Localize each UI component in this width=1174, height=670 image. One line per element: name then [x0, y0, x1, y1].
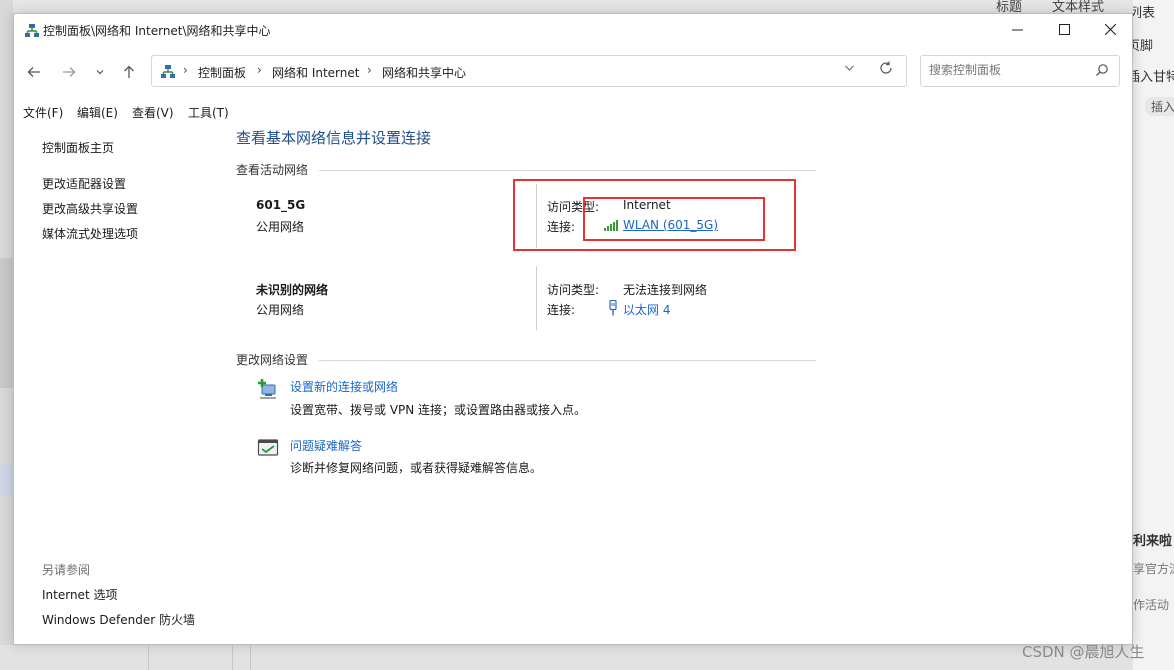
background-panel — [0, 258, 13, 388]
forward-button[interactable] — [57, 60, 81, 84]
window-title: 控制面板\网络和 Internet\网络和共享中心 — [43, 24, 271, 38]
network-name: 未识别的网络 — [256, 283, 329, 297]
refresh-button[interactable] — [879, 61, 893, 79]
background-tab: 标题 — [988, 0, 1031, 14]
background-left-strip — [0, 0, 13, 670]
troubleshoot-link[interactable]: 问题疑难解答 — [290, 437, 362, 454]
network-category: 公用网络 — [256, 303, 305, 317]
close-icon — [1104, 23, 1116, 35]
background-text: 享官方流 — [1133, 562, 1174, 576]
sidebar-item-adapter-settings[interactable]: 更改适配器设置 — [42, 175, 126, 192]
breadcrumb-separator: › — [367, 63, 372, 77]
change-settings-title: 更改网络设置 — [236, 353, 309, 367]
section-divider — [319, 170, 816, 171]
section-divider — [319, 360, 816, 361]
troubleshoot-icon — [257, 439, 279, 456]
new-connection-icon — [258, 379, 276, 399]
background-divider — [148, 645, 149, 670]
minimize-icon — [1011, 29, 1023, 30]
active-networks-title: 查看活动网络 — [236, 163, 309, 177]
menu-file[interactable]: 文件(F) — [23, 104, 63, 121]
breadcrumb-sharing-center[interactable]: 网络和共享中心 — [382, 64, 466, 81]
setup-connection-link[interactable]: 设置新的连接或网络 — [290, 378, 398, 395]
chevron-down-icon — [96, 70, 104, 75]
maximize-button[interactable] — [1041, 14, 1087, 44]
background-text: 列表 — [1133, 6, 1156, 21]
menu-bar: 文件(F) 编辑(E) 查看(V) 工具(T) — [14, 102, 1132, 124]
background-text: 作活动 — [1133, 598, 1170, 612]
background-text: 页脚 — [1133, 39, 1154, 54]
address-bar[interactable]: › 控制面板 › 网络和 Internet › 网络和共享中心 — [151, 55, 907, 87]
menu-view[interactable]: 查看(V) — [132, 104, 174, 121]
sidebar-item-advanced-sharing[interactable]: 更改高级共享设置 — [42, 200, 138, 217]
breadcrumb-separator: › — [257, 63, 262, 77]
address-dropdown-button[interactable] — [844, 62, 855, 76]
network-category: 公用网络 — [256, 220, 305, 234]
refresh-icon — [880, 61, 892, 74]
network-app-icon — [25, 24, 39, 37]
chevron-down-icon — [845, 65, 854, 71]
background-text: 利来啦 — [1133, 534, 1173, 549]
background-tab: 文本样式 — [1044, 0, 1113, 14]
minimize-button[interactable] — [994, 14, 1040, 44]
background-right-panel: 列表 页脚 插入甘特 插入 利来啦 享官方流 作活动 — [1133, 0, 1174, 670]
search-box[interactable] — [920, 55, 1120, 87]
sidebar-item-media-streaming[interactable]: 媒体流式处理选项 — [42, 225, 138, 242]
setup-connection-description: 设置宽带、拨号或 VPN 连接；或设置路由器或接入点。 — [290, 403, 587, 417]
page-title: 查看基本网络信息并设置连接 — [236, 129, 432, 147]
navigation-bar: › 控制面板 › 网络和 Internet › 网络和共享中心 — [14, 52, 1132, 92]
ethernet-plug-icon — [609, 300, 617, 316]
up-button[interactable] — [117, 60, 141, 84]
search-icon[interactable] — [1095, 63, 1109, 77]
close-button[interactable] — [1087, 14, 1132, 44]
see-also-internet-options[interactable]: Internet 选项 — [42, 586, 117, 603]
maximize-icon — [1058, 23, 1070, 35]
background-divider — [250, 645, 251, 670]
background-chip: 插入 — [1145, 97, 1174, 116]
menu-tools[interactable]: 工具(T) — [188, 104, 229, 121]
background-top-tabs: 标题 文本样式 — [980, 0, 1140, 14]
network-sharing-center-window: 控制面板\网络和 Internet\网络和共享中心 › 控制面板 › 网络和 I… — [13, 13, 1133, 645]
breadcrumb-control-panel[interactable]: 控制面板 — [198, 64, 246, 81]
recent-locations-button[interactable] — [88, 60, 112, 84]
back-button[interactable] — [22, 60, 46, 84]
network-column-divider — [536, 266, 537, 330]
background-divider — [232, 645, 233, 670]
title-bar[interactable]: 控制面板\网络和 Internet\网络和共享中心 — [14, 14, 1132, 46]
see-also-defender-firewall[interactable]: Windows Defender 防火墙 — [42, 611, 195, 628]
breadcrumb-separator: › — [183, 63, 188, 77]
menu-edit[interactable]: 编辑(E) — [77, 104, 118, 121]
background-text: 插入甘特 — [1133, 70, 1174, 85]
connection-label: 连接: — [547, 303, 576, 317]
sidebar-control-panel-home[interactable]: 控制面板主页 — [42, 139, 114, 156]
see-also-title: 另请参阅 — [42, 563, 91, 577]
background-selection — [0, 465, 13, 495]
background-bottom-strip — [0, 645, 1174, 670]
breadcrumb-network-internet[interactable]: 网络和 Internet — [272, 64, 359, 81]
up-arrow-icon — [124, 65, 134, 78]
access-type-value: 无法连接到网络 — [623, 283, 708, 297]
forward-arrow-icon — [63, 67, 76, 77]
access-type-label: 访问类型: — [547, 283, 600, 297]
watermark: CSDN @晨旭人生 — [1022, 643, 1145, 661]
ethernet-connection-link[interactable]: 以太网 4 — [623, 301, 670, 318]
highlight-box-inner — [583, 197, 765, 241]
network-location-icon — [161, 65, 175, 78]
network-name: 601_5G — [256, 198, 306, 212]
search-input[interactable] — [929, 63, 1089, 77]
back-arrow-icon — [27, 67, 40, 77]
troubleshoot-description: 诊断并修复网络问题，或者获得疑难解答信息。 — [290, 461, 543, 475]
